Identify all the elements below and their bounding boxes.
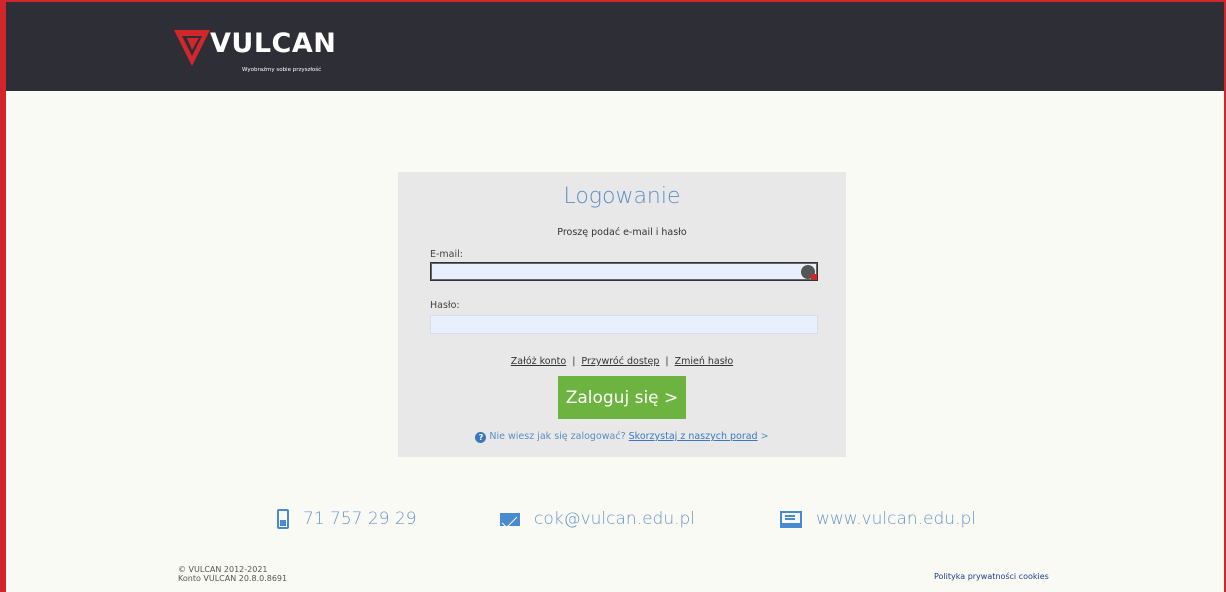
contact-website: www.vulcan.edu.pl [780, 505, 976, 533]
change-password-link[interactable]: Zmień hasło [675, 356, 734, 367]
help-arrow: > [760, 431, 769, 442]
phone-number: 71 757 29 29 [303, 509, 417, 529]
email-address[interactable]: cok@vulcan.edu.pl [534, 509, 695, 529]
link-separator: | [665, 356, 669, 367]
copyright-text: © VULCAN 2012-2021 [178, 565, 268, 574]
header-bar: VULCAN Wyobraźmy sobie przyszłość [6, 2, 1224, 91]
logo-tagline: Wyobraźmy sobie przyszłość [242, 67, 322, 73]
password-input[interactable] [430, 315, 818, 334]
create-account-link[interactable]: Załóż konto [511, 356, 566, 367]
computer-icon [780, 510, 802, 528]
login-button[interactable]: Zaloguj się > [558, 376, 686, 419]
phone-icon [277, 509, 289, 529]
login-title: Logowanie [563, 184, 681, 209]
account-links: Załóż konto | Przywróć dostęp | Zmień hasło [398, 356, 846, 367]
mail-icon [500, 512, 520, 526]
vulcan-logo-icon [174, 30, 210, 66]
help-icon: ? [475, 432, 487, 443]
password-manager-icon[interactable] [801, 265, 817, 280]
website-url[interactable]: www.vulcan.edu.pl [816, 509, 976, 529]
link-separator: | [572, 356, 576, 367]
contact-email: cok@vulcan.edu.pl [500, 505, 695, 533]
contact-phone: 71 757 29 29 [277, 505, 417, 533]
login-subtitle: Proszę podać e-mail i hasło [557, 227, 687, 238]
login-panel: Logowanie Proszę podać e-mail i hasło E-… [398, 172, 846, 457]
footer-info: © VULCAN 2012-2021 Konto VULCAN 20.8.0.8… [178, 565, 287, 583]
help-row: ? Nie wiesz jak się zalogować? Skorzystaj… [398, 431, 846, 443]
email-input[interactable] [430, 262, 818, 281]
password-label: Hasło: [430, 300, 460, 311]
email-label: E-mail: [430, 249, 463, 260]
logo-text: VULCAN [210, 28, 337, 59]
vulcan-logo[interactable]: VULCAN Wyobraźmy sobie przyszłość [172, 24, 352, 82]
privacy-link[interactable]: Polityka prywatności cookies [934, 572, 1049, 581]
restore-access-link[interactable]: Przywróć dostęp [581, 356, 659, 367]
version-text: Konto VULCAN 20.8.0.8691 [178, 574, 288, 583]
help-link[interactable]: Skorzystaj z naszych porad [629, 431, 758, 442]
help-text: Nie wiesz jak się zalogować? [489, 431, 626, 442]
